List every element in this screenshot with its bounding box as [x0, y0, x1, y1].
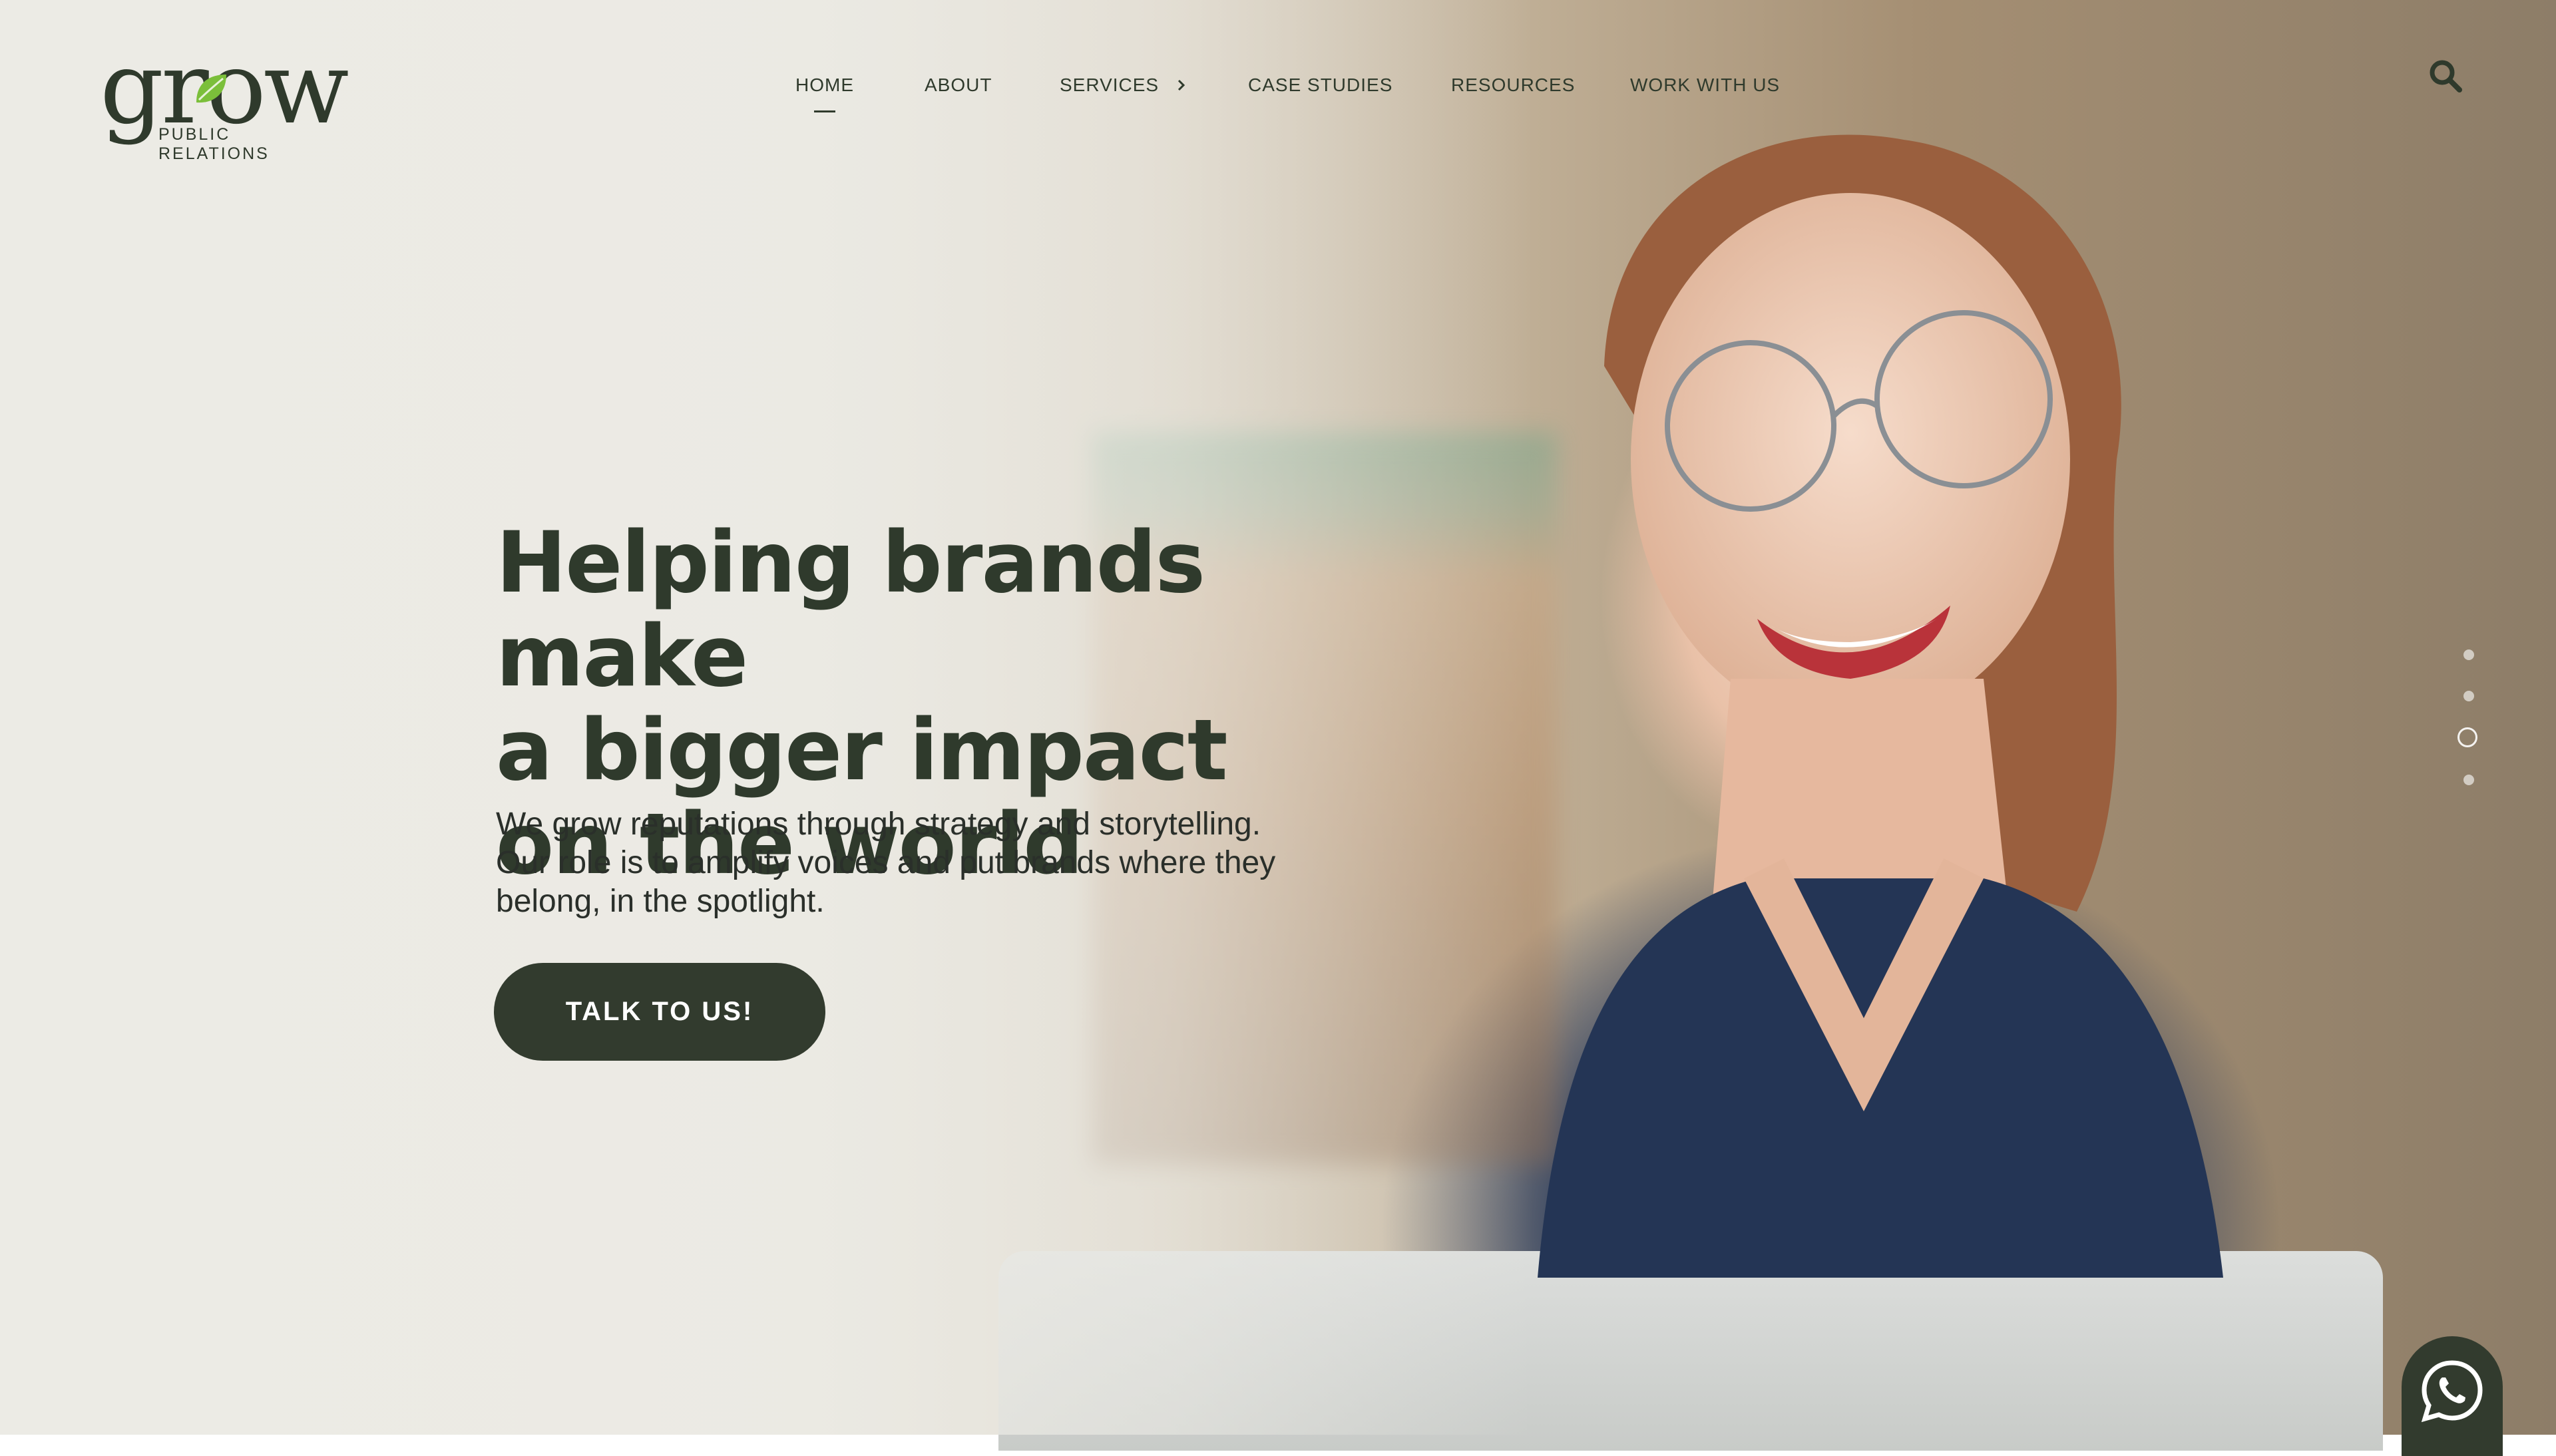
slider-dot-active[interactable]: [2457, 727, 2477, 747]
nav-item-resources[interactable]: RESOURCES: [1451, 75, 1575, 96]
headline-line: Helping brands make: [496, 513, 1205, 706]
whatsapp-icon: [2421, 1360, 2483, 1423]
nav-item-label: SERVICES: [1060, 75, 1160, 95]
slider-dot[interactable]: [2463, 775, 2474, 785]
subtitle-line: Our role is to amplify voices and put br…: [496, 845, 1276, 880]
slider-dot[interactable]: [2463, 649, 2474, 660]
nav-item-label: WORK WITH US: [1630, 75, 1781, 95]
nav-item-label: CASE STUDIES: [1248, 75, 1393, 95]
nav-item-about[interactable]: ABOUT: [925, 75, 992, 96]
chevron-right-icon: [1177, 79, 1185, 91]
nav-item-label: ABOUT: [925, 75, 992, 95]
site-header: grow PUBLIC RELATIONS HOME ABOUT SERVICE…: [0, 0, 2556, 173]
hero-subtitle: We grow reputations through strategy and…: [496, 805, 1335, 921]
nav-item-home[interactable]: HOME: [795, 75, 854, 96]
slider-dot[interactable]: [2463, 691, 2474, 701]
logo-tagline: PUBLIC RELATIONS: [158, 125, 270, 163]
search-icon: [2430, 60, 2462, 92]
talk-to-us-button[interactable]: TALK TO US!: [494, 963, 825, 1061]
headline-line: a bigger impact: [496, 701, 1228, 800]
brand-logo[interactable]: grow PUBLIC RELATIONS: [100, 39, 349, 163]
nav-item-work-with-us[interactable]: WORK WITH US: [1630, 75, 1780, 96]
leaf-icon: [196, 75, 226, 103]
whatsapp-chat-button[interactable]: [2402, 1336, 2503, 1456]
slider-pagination: [2455, 647, 2484, 793]
search-button[interactable]: [2428, 59, 2463, 93]
subtitle-line: We grow reputations through strategy and…: [496, 807, 1261, 842]
nav-item-case-studies[interactable]: CASE STUDIES: [1248, 75, 1392, 96]
subtitle-line: belong, in the spotlight.: [496, 884, 825, 919]
nav-item-services[interactable]: SERVICES: [1060, 75, 1187, 96]
nav-item-label: HOME: [795, 75, 854, 95]
nav-item-label: RESOURCES: [1451, 75, 1576, 95]
